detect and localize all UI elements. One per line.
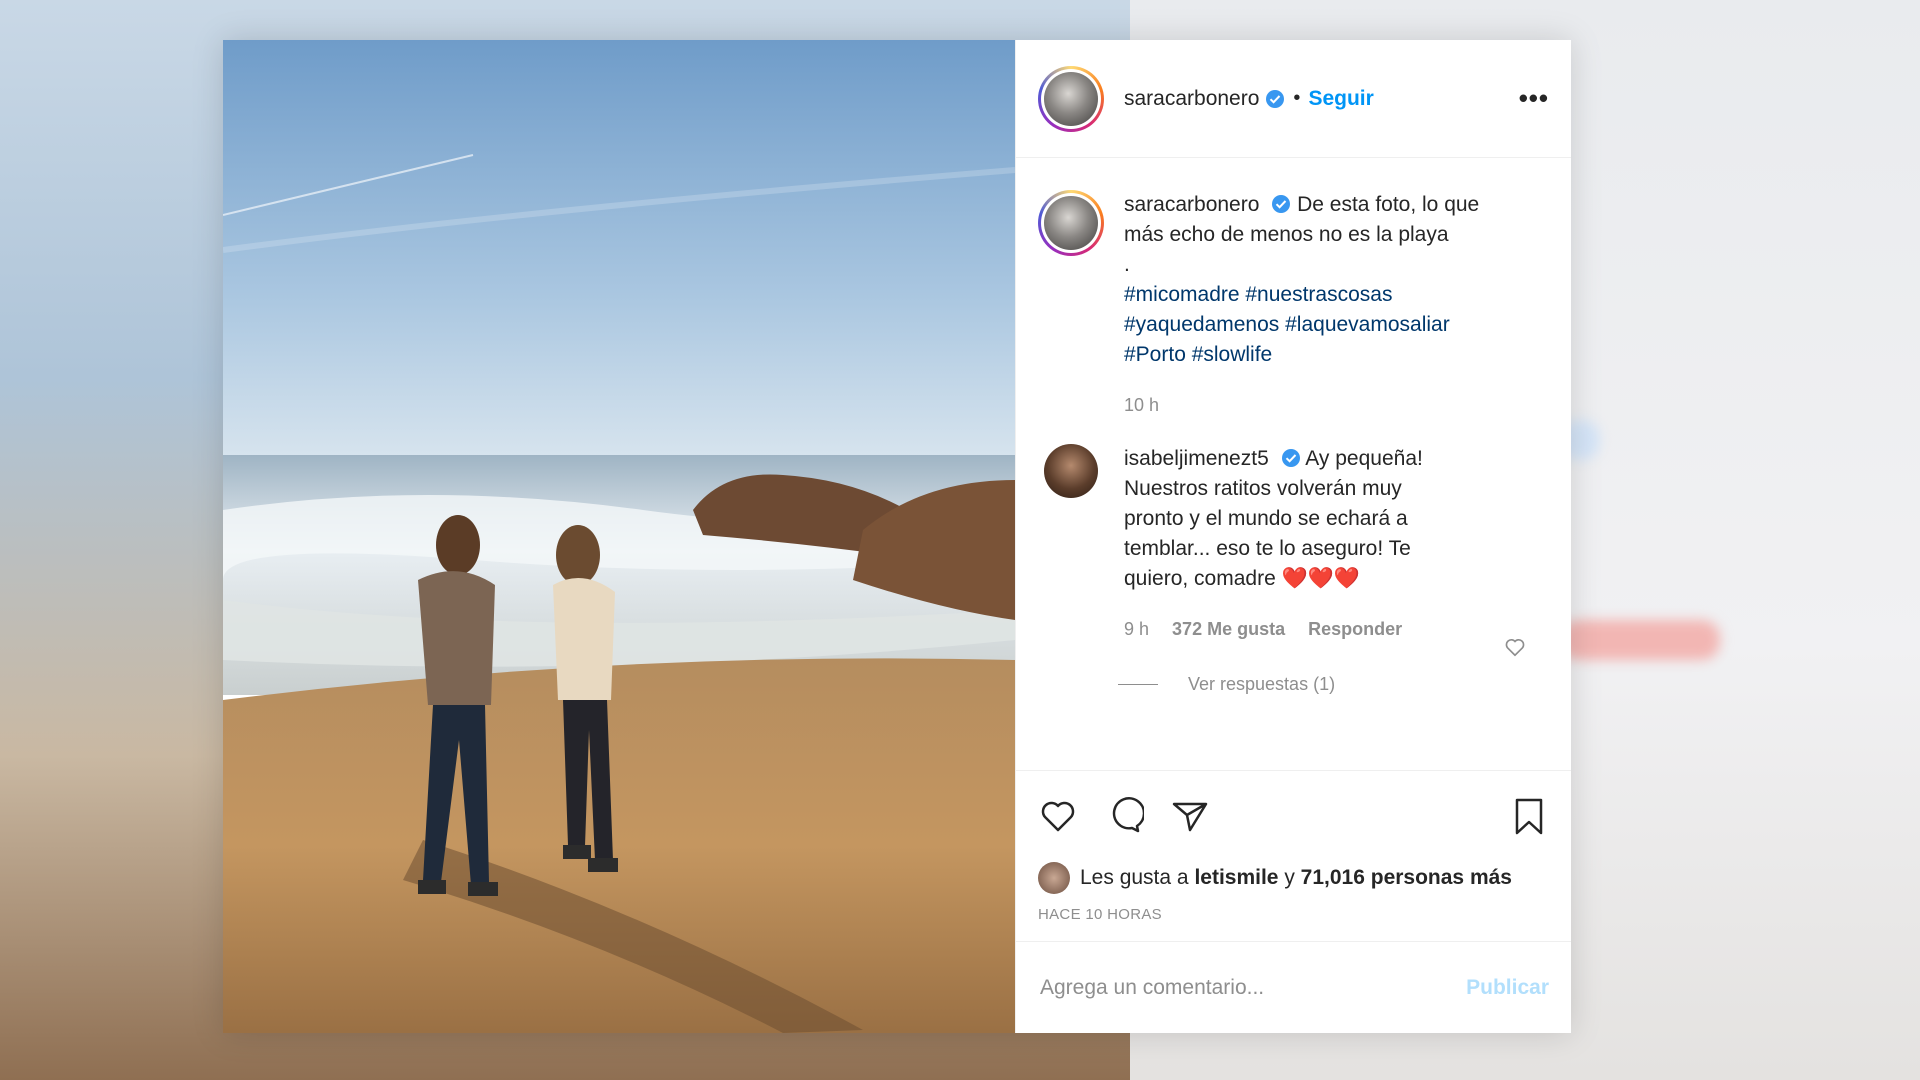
bookmark-icon[interactable] — [1509, 796, 1549, 836]
caption-time: 10 h — [1124, 395, 1160, 415]
heart-icon[interactable] — [1038, 796, 1078, 836]
view-replies[interactable]: Ver respuestas (1) — [1118, 674, 1571, 695]
likes-summary[interactable]: Les gusta a letismile y 71,016 personas … — [1016, 860, 1571, 896]
comment-time: 9 h — [1124, 619, 1150, 639]
likes-middle: y — [1284, 866, 1295, 889]
share-icon[interactable] — [1170, 796, 1210, 836]
verified-badge-icon — [1271, 194, 1291, 214]
likes-count[interactable]: 71,016 personas más — [1301, 866, 1512, 890]
liker-username[interactable]: letismile — [1194, 866, 1278, 890]
verified-badge-icon — [1281, 448, 1301, 468]
like-heart-small-icon[interactable] — [1504, 636, 1526, 658]
follow-button[interactable]: Seguir — [1308, 87, 1373, 111]
separator-dot: • — [1293, 87, 1301, 109]
publish-button[interactable]: Publicar — [1466, 976, 1549, 1000]
comments-section[interactable]: saracarbonero De esta foto, lo que más e… — [1016, 158, 1571, 770]
action-bar — [1016, 770, 1571, 860]
verified-badge-icon — [1265, 89, 1285, 109]
post-time-ago: HACE 10 HORAS — [1038, 906, 1162, 923]
background-blob — [1560, 620, 1720, 660]
caption-line: . — [1124, 253, 1130, 276]
post-side-panel: saracarbonero • Seguir ••• saracarbonero — [1015, 40, 1571, 1033]
caption-line: más echo de menos no es la playa — [1124, 223, 1449, 246]
commenter-avatar[interactable] — [1044, 444, 1098, 498]
comment: isabeljimenezt5 Ay pequeña! Nuestros rat… — [1016, 444, 1571, 644]
post-header: saracarbonero • Seguir ••• — [1016, 40, 1571, 158]
commenter-username[interactable]: isabeljimenezt5 — [1124, 447, 1269, 470]
reply-button[interactable]: Responder — [1308, 619, 1402, 639]
comment-likes[interactable]: 372 Me gusta — [1172, 619, 1285, 639]
hashtag-line[interactable]: #yaquedamenos #laquevamosaliar — [1124, 313, 1450, 336]
comment-input[interactable] — [1038, 974, 1467, 1001]
likes-prefix: Les gusta a — [1080, 866, 1189, 889]
author-avatar[interactable] — [1038, 65, 1104, 132]
caption-username[interactable]: saracarbonero — [1124, 193, 1259, 216]
hashtag-line[interactable]: #Porto #slowlife — [1124, 343, 1272, 366]
beach-photo-illustration — [223, 40, 1015, 1033]
post-photo[interactable] — [223, 40, 1015, 1033]
add-comment-bar: Publicar — [1016, 941, 1571, 1033]
liker-avatar — [1038, 862, 1070, 894]
caption-line: De esta foto, lo que — [1297, 193, 1480, 216]
comment-icon[interactable] — [1104, 796, 1144, 836]
caption: saracarbonero De esta foto, lo que más e… — [1016, 190, 1571, 420]
comment-emojis: ❤️❤️❤️ — [1281, 567, 1361, 590]
hashtag-line[interactable]: #micomadre #nuestrascosas — [1124, 283, 1392, 306]
caption-avatar[interactable] — [1038, 190, 1104, 256]
author-username[interactable]: saracarbonero — [1124, 87, 1259, 111]
post-modal: saracarbonero • Seguir ••• saracarbonero — [223, 40, 1571, 1033]
view-replies-label[interactable]: Ver respuestas (1) — [1188, 674, 1335, 695]
more-options-icon[interactable]: ••• — [1519, 83, 1549, 114]
